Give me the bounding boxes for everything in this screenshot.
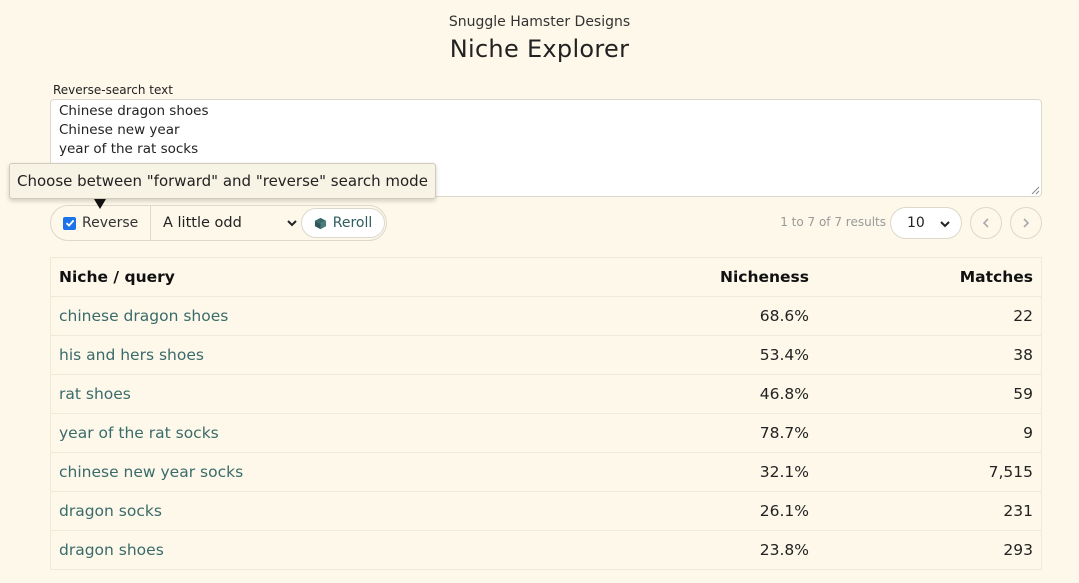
results-count: 1 to 7 of 7 results xyxy=(780,215,886,229)
chevron-down-icon xyxy=(940,221,950,228)
column-header-matches[interactable]: Matches xyxy=(960,258,1033,297)
previous-page-button[interactable] xyxy=(970,207,1002,239)
results-table: Niche / query Nicheness Matches chinese … xyxy=(50,257,1042,570)
mode-select-value: A little odd xyxy=(163,215,242,231)
table-row: year of the rat socks 78.7% 9 xyxy=(51,414,1041,453)
nicheness-value: 23.8% xyxy=(759,541,809,559)
niche-link[interactable]: dragon shoes xyxy=(59,531,164,570)
page-title: Niche Explorer xyxy=(449,35,630,63)
matches-value: 38 xyxy=(1013,346,1033,364)
table-row: chinese new year socks 32.1% 7,515 xyxy=(51,453,1041,492)
search-controls: Reverse A little odd Reroll xyxy=(50,205,387,241)
tooltip-arrow-icon xyxy=(94,199,106,209)
table-row: rat shoes 46.8% 59 xyxy=(51,375,1041,414)
search-mode-tooltip: Choose between "forward" and "reverse" s… xyxy=(9,163,436,199)
niche-link[interactable]: rat shoes xyxy=(59,375,131,414)
reroll-label: Reroll xyxy=(332,215,373,231)
nicheness-value: 32.1% xyxy=(759,463,809,481)
column-header-niche[interactable]: Niche / query xyxy=(59,258,175,297)
matches-value: 293 xyxy=(1003,541,1033,559)
table-row: dragon socks 26.1% 231 xyxy=(51,492,1041,531)
niche-link[interactable]: dragon socks xyxy=(59,492,162,531)
niche-link[interactable]: his and hers shoes xyxy=(59,336,204,375)
page-size-value: 10 xyxy=(907,215,925,231)
resize-grip-icon[interactable] xyxy=(1030,185,1040,195)
reroll-button[interactable]: Reroll xyxy=(301,208,385,238)
matches-value: 231 xyxy=(1003,502,1033,520)
nicheness-value: 46.8% xyxy=(759,385,809,403)
column-header-nicheness[interactable]: Nicheness xyxy=(720,258,809,297)
nicheness-value: 68.6% xyxy=(759,307,809,325)
matches-value: 22 xyxy=(1013,307,1033,325)
table-row: chinese dragon shoes 68.6% 22 xyxy=(51,297,1041,336)
brand-name: Snuggle Hamster Designs xyxy=(448,14,631,30)
niche-link[interactable]: chinese dragon shoes xyxy=(59,297,228,336)
reverse-label: Reverse xyxy=(82,215,139,231)
next-page-button[interactable] xyxy=(1010,207,1042,239)
reverse-toggle[interactable]: Reverse xyxy=(51,206,151,240)
nicheness-value: 78.7% xyxy=(759,424,809,442)
reverse-checkbox[interactable] xyxy=(63,216,76,230)
table-header-row: Niche / query Nicheness Matches xyxy=(51,258,1041,297)
table-row: dragon shoes 23.8% 293 xyxy=(51,531,1041,570)
matches-value: 59 xyxy=(1013,385,1033,403)
niche-link[interactable]: year of the rat socks xyxy=(59,414,219,453)
table-row: his and hers shoes 53.4% 38 xyxy=(51,336,1041,375)
page-size-select[interactable]: 10 xyxy=(890,207,962,239)
mode-select[interactable]: A little odd xyxy=(151,206,301,240)
cube-icon xyxy=(314,217,326,229)
search-text-label: Reverse-search text xyxy=(53,83,173,97)
nicheness-value: 53.4% xyxy=(759,346,809,364)
checkmark-icon xyxy=(65,219,74,227)
chevron-left-icon xyxy=(982,218,989,228)
matches-value: 7,515 xyxy=(988,463,1033,481)
matches-value: 9 xyxy=(1023,424,1033,442)
chevron-down-icon xyxy=(287,220,297,227)
chevron-right-icon xyxy=(1023,218,1030,228)
niche-link[interactable]: chinese new year socks xyxy=(59,453,243,492)
nicheness-value: 26.1% xyxy=(759,502,809,520)
